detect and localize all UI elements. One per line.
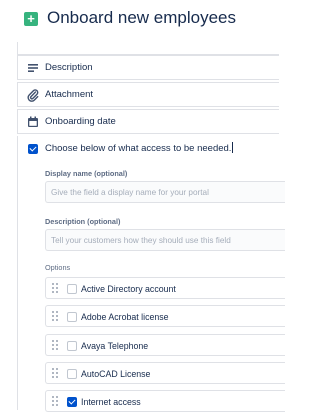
- fields-panel: Description Attachment Onboarding date C…: [17, 42, 285, 412]
- previous-field-edge: [17, 42, 279, 55]
- option-label: Active Directory account: [81, 284, 176, 294]
- field-onboarding-date[interactable]: Onboarding date: [17, 109, 279, 134]
- display-name-label: Display name (optional): [45, 169, 128, 178]
- option-checkbox[interactable]: [67, 284, 77, 294]
- drag-handle-icon[interactable]: [52, 311, 59, 322]
- option-checkbox[interactable]: [67, 369, 77, 379]
- option-label: Adobe Acrobat license: [81, 312, 169, 322]
- add-icon: +: [24, 12, 38, 26]
- drag-handle-icon[interactable]: [52, 283, 59, 294]
- field-attachment[interactable]: Attachment: [17, 82, 279, 107]
- field-label: Onboarding date: [45, 116, 116, 127]
- drag-handle-icon[interactable]: [52, 396, 59, 407]
- option-item[interactable]: Active Directory account: [45, 277, 285, 299]
- option-item[interactable]: Avaya Telephone: [45, 334, 285, 356]
- field-access-expanded: Choose below of what access to be needed…: [17, 136, 285, 412]
- display-name-placeholder: Give the field a display name for your p…: [51, 188, 209, 197]
- text-cursor: [232, 142, 234, 153]
- option-item[interactable]: Adobe Acrobat license: [45, 305, 285, 327]
- access-field-checkbox[interactable]: [28, 144, 38, 154]
- display-name-input[interactable]: Give the field a display name for your p…: [45, 181, 285, 203]
- option-label: Internet access: [81, 397, 141, 407]
- option-label: Avaya Telephone: [81, 341, 149, 351]
- page-title: Onboard new employees: [47, 8, 237, 27]
- field-label: Description: [45, 62, 93, 73]
- option-checkbox[interactable]: [67, 397, 77, 407]
- description-input[interactable]: Tell your customers how they should use …: [45, 229, 285, 251]
- field-description[interactable]: Description: [17, 55, 279, 80]
- option-item[interactable]: AutoCAD License: [45, 362, 285, 384]
- drag-handle-icon[interactable]: [52, 368, 59, 379]
- options-label: Options: [45, 263, 71, 272]
- calendar-icon: [28, 116, 38, 127]
- option-item[interactable]: Internet access: [45, 390, 285, 412]
- paperclip-icon: [27, 89, 39, 102]
- option-label: AutoCAD License: [81, 369, 151, 379]
- description-lines-icon: [28, 64, 38, 72]
- page-header: + Onboard new employees: [0, 0, 279, 42]
- description-label: Description (optional): [45, 217, 121, 226]
- drag-handle-icon[interactable]: [52, 340, 59, 351]
- access-field-label[interactable]: Choose below of what access to be needed…: [45, 142, 234, 154]
- field-label: Attachment: [45, 89, 94, 100]
- description-placeholder: Tell your customers how they should use …: [51, 236, 231, 245]
- option-checkbox[interactable]: [67, 312, 77, 322]
- option-checkbox[interactable]: [67, 341, 77, 351]
